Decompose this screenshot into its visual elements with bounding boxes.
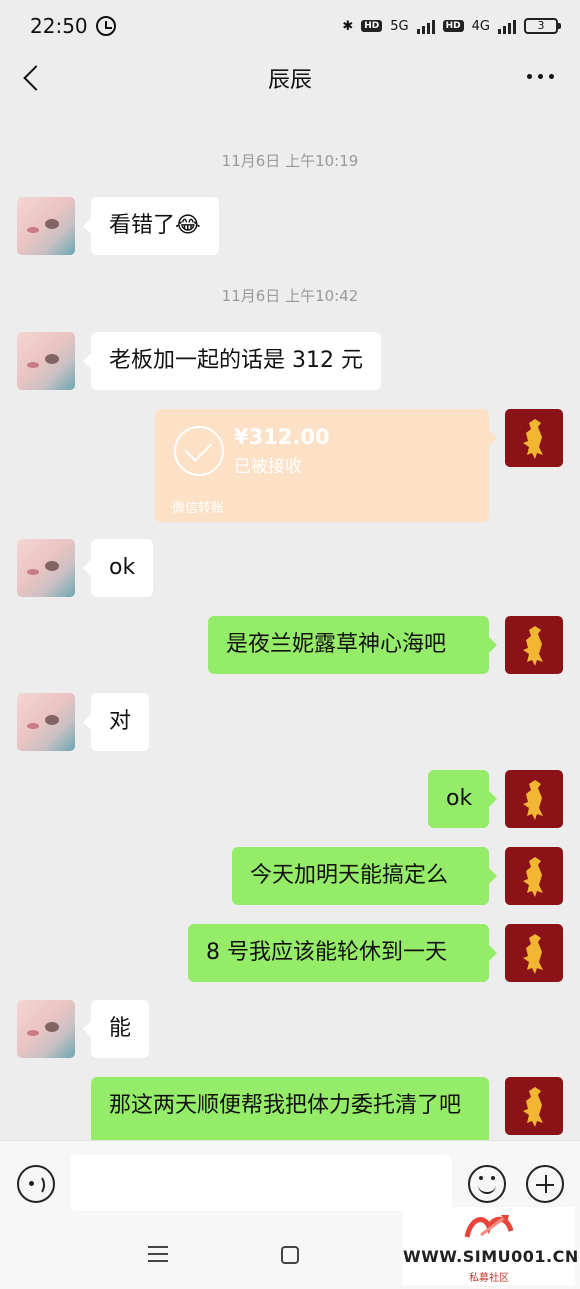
contact-avatar[interactable]: [17, 332, 75, 390]
alarm-icon: [95, 16, 116, 36]
outgoing-message[interactable]: ok: [428, 770, 497, 828]
contact-avatar[interactable]: [17, 693, 75, 751]
timestamp: 11月6日 上午10:42: [221, 287, 359, 305]
my-avatar[interactable]: [505, 847, 563, 905]
outgoing-message[interactable]: 今天加明天能搞定么: [232, 847, 497, 905]
hd-badge-1: HD: [361, 20, 383, 32]
recent-apps-icon[interactable]: [148, 1246, 168, 1264]
status-icons: ✱ HD 5G HD 4G 3: [342, 18, 561, 34]
more-options-icon[interactable]: [527, 74, 554, 79]
my-avatar[interactable]: [505, 770, 563, 828]
transfer-amount: ¥312.00: [234, 425, 330, 449]
my-avatar[interactable]: [505, 1077, 563, 1135]
contact-avatar[interactable]: [17, 197, 75, 255]
outgoing-message[interactable]: 是夜兰妮露草神心海吧: [208, 616, 497, 674]
liverbird-icon: [523, 934, 543, 974]
transfer-status: 已被接收: [234, 457, 302, 477]
watermark-site: WWW.SIMU001.CN: [403, 1247, 579, 1266]
network-5g-label: 5G: [390, 18, 409, 34]
message-list[interactable]: 11月6日 上午10:19 看错了😂 11月6日 上午10:42 老板加一起的话…: [0, 110, 580, 1140]
transfer-card[interactable]: ¥312.00 已被接收 微信转账: [155, 409, 497, 522]
liverbird-icon: [523, 780, 543, 820]
emoji-icon[interactable]: [468, 1165, 506, 1203]
watermark-logo-icon: [464, 1215, 514, 1238]
bluetooth-icon: ✱: [342, 18, 354, 34]
liverbird-icon: [523, 857, 543, 897]
incoming-message[interactable]: 老板加一起的话是 312 元: [83, 332, 381, 390]
watermark-sub: 私募社区: [469, 1273, 509, 1284]
contact-avatar[interactable]: [17, 1000, 75, 1058]
my-avatar[interactable]: [505, 616, 563, 674]
outgoing-message[interactable]: 8 号我应该能轮休到一天: [188, 924, 497, 982]
incoming-message[interactable]: ok: [82, 539, 154, 597]
signal-icon-2: [498, 18, 516, 34]
timestamp: 11月6日 上午10:19: [221, 152, 359, 170]
chat-header: 辰辰: [0, 52, 580, 104]
hd-badge-2: HD: [442, 20, 464, 32]
voice-input-icon[interactable]: [17, 1165, 55, 1203]
incoming-message[interactable]: 对: [82, 693, 150, 751]
liverbird-icon: [523, 1087, 543, 1127]
watermark: WWW.SIMU001.CN 私募社区: [403, 1207, 579, 1285]
signal-icon-1: [416, 18, 435, 34]
liverbird-icon: [523, 419, 543, 459]
liverbird-icon: [523, 626, 543, 666]
back-arrow-icon[interactable]: [20, 64, 44, 92]
home-icon[interactable]: [281, 1246, 299, 1264]
my-avatar[interactable]: [505, 924, 563, 982]
my-avatar[interactable]: [505, 409, 563, 467]
status-time: 22:50: [30, 14, 88, 38]
contact-avatar[interactable]: [17, 539, 75, 597]
outgoing-message[interactable]: 那这两天顺便帮我把体力委托清了吧: [91, 1077, 489, 1140]
incoming-message[interactable]: 看错了😂: [83, 197, 219, 255]
incoming-message[interactable]: 能: [82, 1000, 150, 1058]
transfer-footer: 微信转账: [172, 501, 225, 516]
check-circle-icon: [174, 426, 224, 476]
chat-title: 辰辰: [267, 68, 312, 93]
battery-icon: 3: [524, 18, 561, 34]
plus-icon[interactable]: [526, 1165, 564, 1203]
status-bar: 22:50 ✱ HD 5G HD 4G 3: [0, 0, 580, 52]
message-input[interactable]: [70, 1155, 452, 1211]
network-4g-label: 4G: [471, 18, 490, 34]
